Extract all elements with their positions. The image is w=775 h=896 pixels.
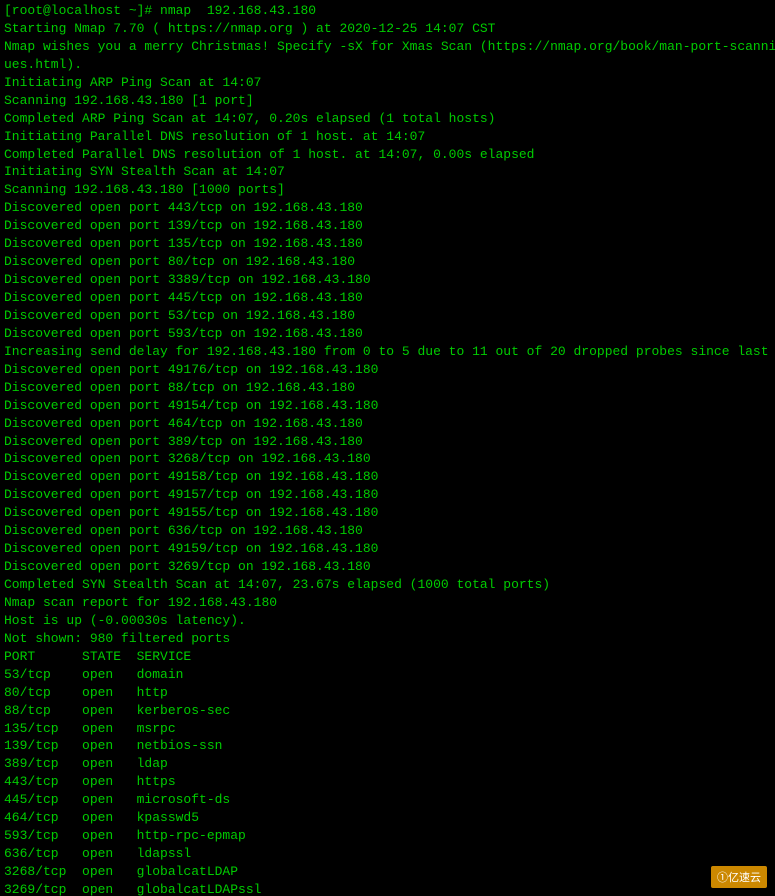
terminal-line: Discovered open port 88/tcp on 192.168.4… — [4, 379, 771, 397]
terminal-line: Discovered open port 49154/tcp on 192.16… — [4, 397, 771, 415]
terminal-line: 445/tcp open microsoft-ds — [4, 791, 771, 809]
terminal-line: 464/tcp open kpasswd5 — [4, 809, 771, 827]
terminal-line: Initiating SYN Stealth Scan at 14:07 — [4, 163, 771, 181]
terminal-output: [root@localhost ~]# nmap 192.168.43.180S… — [4, 2, 771, 896]
terminal-line: [root@localhost ~]# nmap 192.168.43.180 — [4, 2, 771, 20]
terminal-line: Discovered open port 443/tcp on 192.168.… — [4, 199, 771, 217]
terminal-line: Host is up (-0.00030s latency). — [4, 612, 771, 630]
terminal-line: Discovered open port 636/tcp on 192.168.… — [4, 522, 771, 540]
terminal-line: Initiating Parallel DNS resolution of 1 … — [4, 128, 771, 146]
terminal-line: 389/tcp open ldap — [4, 755, 771, 773]
terminal-line: Discovered open port 80/tcp on 192.168.4… — [4, 253, 771, 271]
terminal-line: Initiating ARP Ping Scan at 14:07 — [4, 74, 771, 92]
terminal-line: 135/tcp open msrpc — [4, 720, 771, 738]
terminal-line: 88/tcp open kerberos-sec — [4, 702, 771, 720]
terminal-line: Discovered open port 49155/tcp on 192.16… — [4, 504, 771, 522]
terminal-line: Discovered open port 49158/tcp on 192.16… — [4, 468, 771, 486]
terminal-line: Discovered open port 49159/tcp on 192.16… — [4, 540, 771, 558]
terminal-line: Discovered open port 445/tcp on 192.168.… — [4, 289, 771, 307]
terminal-line: Discovered open port 389/tcp on 192.168.… — [4, 433, 771, 451]
terminal-line: 3268/tcp open globalcatLDAP — [4, 863, 771, 881]
terminal-line: Discovered open port 49176/tcp on 192.16… — [4, 361, 771, 379]
terminal-line: Discovered open port 135/tcp on 192.168.… — [4, 235, 771, 253]
terminal-line: 443/tcp open https — [4, 773, 771, 791]
terminal-line: Discovered open port 464/tcp on 192.168.… — [4, 415, 771, 433]
terminal-line: Completed ARP Ping Scan at 14:07, 0.20s … — [4, 110, 771, 128]
watermark-badge: ①亿速云 — [711, 866, 767, 888]
terminal-line: Discovered open port 593/tcp on 192.168.… — [4, 325, 771, 343]
terminal-line: Nmap wishes you a merry Christmas! Speci… — [4, 38, 771, 56]
terminal-line: Increasing send delay for 192.168.43.180… — [4, 343, 771, 361]
terminal-line: 53/tcp open domain — [4, 666, 771, 684]
terminal-line: 593/tcp open http-rpc-epmap — [4, 827, 771, 845]
terminal-window: [root@localhost ~]# nmap 192.168.43.180S… — [0, 0, 775, 896]
terminal-line: Discovered open port 139/tcp on 192.168.… — [4, 217, 771, 235]
terminal-line: PORT STATE SERVICE — [4, 648, 771, 666]
terminal-line: Completed SYN Stealth Scan at 14:07, 23.… — [4, 576, 771, 594]
terminal-line: Discovered open port 3269/tcp on 192.168… — [4, 558, 771, 576]
terminal-line: Discovered open port 3268/tcp on 192.168… — [4, 450, 771, 468]
terminal-line: Not shown: 980 filtered ports — [4, 630, 771, 648]
terminal-line: 139/tcp open netbios-ssn — [4, 737, 771, 755]
terminal-line: Scanning 192.168.43.180 [1 port] — [4, 92, 771, 110]
terminal-line: Nmap scan report for 192.168.43.180 — [4, 594, 771, 612]
terminal-line: Starting Nmap 7.70 ( https://nmap.org ) … — [4, 20, 771, 38]
terminal-line: Completed Parallel DNS resolution of 1 h… — [4, 146, 771, 164]
terminal-line: Discovered open port 49157/tcp on 192.16… — [4, 486, 771, 504]
terminal-line: Discovered open port 3389/tcp on 192.168… — [4, 271, 771, 289]
terminal-line: Discovered open port 53/tcp on 192.168.4… — [4, 307, 771, 325]
terminal-line: 3269/tcp open globalcatLDAPssl — [4, 881, 771, 896]
terminal-line: 636/tcp open ldapssl — [4, 845, 771, 863]
terminal-line: ues.html). — [4, 56, 771, 74]
terminal-line: 80/tcp open http — [4, 684, 771, 702]
terminal-line: Scanning 192.168.43.180 [1000 ports] — [4, 181, 771, 199]
